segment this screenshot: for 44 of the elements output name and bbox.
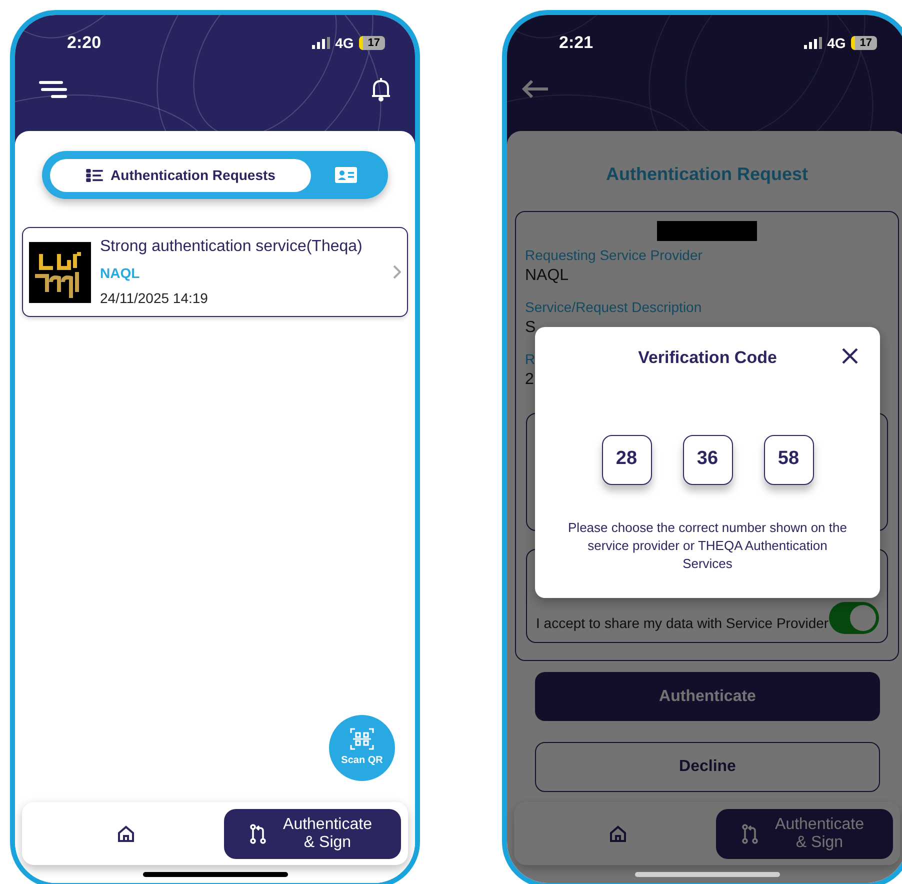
consent-label: I accept to share my data with Service Provider [536, 614, 829, 633]
request-card[interactable]: Strong authentication service(Theqa) NAQL 24/11/2025 14:19 [22, 227, 408, 317]
nav-tab[interactable]: Authenticate & Sign [716, 808, 893, 858]
branch-arrows-icon [740, 822, 760, 844]
list-icon [86, 168, 103, 182]
field-value: 2 [525, 370, 534, 390]
home-icon [116, 824, 136, 844]
field-label: Service/Request Description [525, 298, 702, 317]
menu-icon[interactable] [39, 81, 67, 99]
close-icon[interactable] [842, 348, 858, 364]
network-label: 4G [827, 34, 846, 52]
code-option[interactable]: 36 [682, 434, 732, 484]
network-label: 4G [335, 34, 354, 52]
status-time: 2:20 [67, 32, 102, 54]
signal-icon [312, 37, 330, 49]
provider-name: NAQL [100, 264, 141, 283]
decline-button[interactable]: Decline [535, 742, 880, 792]
code-option[interactable]: 28 [602, 434, 652, 484]
qr-scan-icon [350, 728, 374, 750]
signal-icon [804, 37, 822, 49]
dialog-title: Verification Code [638, 347, 777, 369]
field-value: S [525, 318, 536, 338]
battery-indicator: 17 [850, 36, 877, 50]
home-icon [608, 824, 628, 844]
back-arrow-icon[interactable] [521, 79, 549, 99]
field-label: R [525, 350, 536, 369]
field-label: Requesting Service Provider [525, 246, 702, 265]
authenticate-button[interactable]: Authenticate [535, 672, 880, 721]
request-date: 24/11/2025 14:19 [100, 289, 209, 308]
field-value: NAQL [525, 266, 569, 286]
branch-arrows-icon [248, 822, 268, 844]
brand-logo [29, 242, 91, 302]
request-title: Strong authentication service(Theqa) [100, 237, 364, 257]
tab[interactable]: Authentication Requests [50, 158, 311, 192]
notification-bell-icon[interactable] [371, 78, 391, 102]
screen-title: Authentication Request [604, 163, 809, 186]
battery-indicator: 17 [358, 36, 385, 50]
nav-tab[interactable]: Authenticate & Sign [224, 808, 401, 858]
code-option[interactable]: 58 [764, 434, 814, 484]
chevron-right-icon [393, 265, 401, 279]
toggle-switch[interactable] [828, 602, 879, 634]
id-card-icon [334, 167, 356, 183]
dialog-message: Please choose the correct number shown on the service provider or THEQA Authentication Services [567, 518, 848, 572]
status-time: 2:21 [559, 32, 594, 54]
